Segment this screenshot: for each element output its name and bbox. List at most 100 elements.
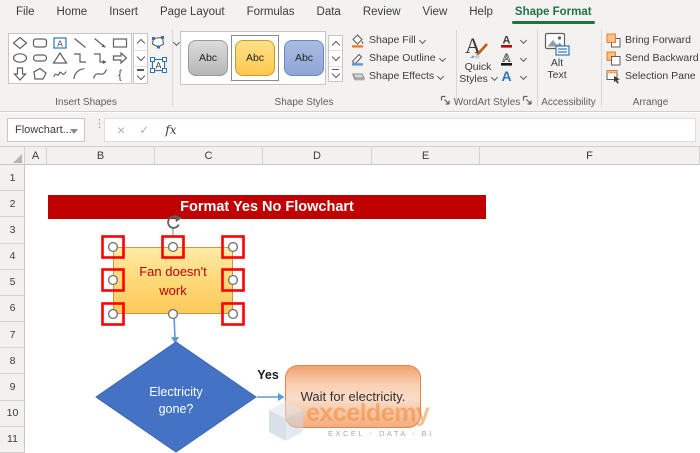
wordart-dialog-launcher[interactable] xyxy=(522,93,534,105)
left-brace-gallery-item[interactable]: { xyxy=(110,66,130,82)
scribble-gallery-item[interactable] xyxy=(50,66,70,82)
tab-home[interactable]: Home xyxy=(46,0,99,25)
column-header-A[interactable]: A xyxy=(25,147,47,165)
shape-style-chip-gray[interactable]: Abc xyxy=(188,40,228,76)
styles-scroll-up-button[interactable] xyxy=(329,36,342,52)
shape-styles-dialog-launcher[interactable] xyxy=(440,93,452,105)
process-shape-fan-doesnt-work[interactable]: Fan doesn't work xyxy=(113,247,233,314)
diamond-shape-gallery-item[interactable] xyxy=(10,35,30,51)
text-fill-button[interactable]: A xyxy=(500,32,528,48)
text-box-shape-icon: A xyxy=(53,37,67,49)
line-icon xyxy=(74,37,86,48)
decision-text-line2: gone? xyxy=(158,402,194,416)
shape-fill-button[interactable]: Shape Fill xyxy=(350,32,426,48)
column-header-D[interactable]: D xyxy=(263,147,372,165)
shape-style-chip-blue[interactable]: Abc xyxy=(284,40,324,76)
column-header-B[interactable]: B xyxy=(47,147,155,165)
alt-text-label-line1: Alt xyxy=(550,57,564,69)
ribbon-tab-bar: File Home Insert Page Layout Formulas Da… xyxy=(0,0,700,25)
shape-effects-button[interactable]: Shape Effects xyxy=(350,68,445,84)
text-outline-button[interactable]: A xyxy=(500,50,528,66)
send-backward-label: Send Backward xyxy=(625,52,699,64)
bring-forward-icon xyxy=(606,33,621,47)
tab-insert[interactable]: Insert xyxy=(98,0,149,25)
tab-data[interactable]: Data xyxy=(306,0,352,25)
branch-yes-label: Yes xyxy=(257,368,279,382)
tab-file[interactable]: File xyxy=(5,0,46,25)
arc-icon xyxy=(73,68,85,80)
triangle-gallery-item[interactable] xyxy=(50,51,70,67)
connector-down-arrowhead xyxy=(171,337,179,344)
alt-text-button[interactable]: Alt Text xyxy=(540,31,574,81)
confirm-entry-button[interactable]: ✓ xyxy=(139,123,149,137)
connector-down[interactable] xyxy=(173,315,176,339)
shape-effects-label: Shape Effects xyxy=(369,70,435,82)
svg-text:A: A xyxy=(155,61,161,71)
line-arrow-gallery-item[interactable] xyxy=(90,35,110,51)
chevron-up-icon xyxy=(331,40,340,49)
right-block-arrow-gallery-item[interactable] xyxy=(110,51,130,67)
tab-help[interactable]: Help xyxy=(458,0,504,25)
styles-more-icon xyxy=(331,70,340,79)
tab-formulas[interactable]: Formulas xyxy=(236,0,306,25)
selection-pane-button[interactable]: Selection Pane xyxy=(606,68,696,84)
line-gallery-item[interactable] xyxy=(70,35,90,51)
cancel-entry-button[interactable]: × xyxy=(117,122,125,138)
worksheet-canvas[interactable]: Format Yes No Flowchart Fan doesn't work… xyxy=(0,165,700,453)
send-backward-button[interactable]: Send Backward xyxy=(606,50,699,66)
insert-function-button[interactable]: fx xyxy=(165,123,176,137)
name-box[interactable]: Flowchart... xyxy=(7,118,85,142)
dialog-launcher-icon xyxy=(522,95,532,105)
shape-style-chip-gold-selected[interactable]: Abc xyxy=(235,40,275,76)
bring-forward-button[interactable]: Bring Forward xyxy=(606,32,691,48)
insert-shapes-gallery: A{ xyxy=(8,33,132,84)
result-shape-wait-for-electricity[interactable]: Wait for electricity. xyxy=(285,365,421,428)
quick-styles-button[interactable]: A Quick Styles xyxy=(458,31,498,85)
gallery-more-button[interactable] xyxy=(134,67,147,84)
freeform-shape-icon xyxy=(33,67,47,80)
selection-pane-icon xyxy=(606,69,620,84)
rectangle-gallery-item[interactable] xyxy=(110,35,130,51)
select-all-corner[interactable] xyxy=(0,147,25,165)
tab-view[interactable]: View xyxy=(412,0,459,25)
text-box-shape-gallery-item[interactable]: A xyxy=(50,35,70,51)
send-backward-icon xyxy=(606,51,621,65)
column-header-E[interactable]: E xyxy=(372,147,480,165)
draw-text-box-button[interactable]: A xyxy=(150,57,171,73)
tab-review[interactable]: Review xyxy=(352,0,412,25)
process-shape-text-line1: Fan doesn't xyxy=(139,264,207,279)
name-box-dropdown-icon[interactable] xyxy=(70,129,78,134)
decision-text-line1: Electricity xyxy=(149,385,203,399)
tab-shape-format[interactable]: Shape Format xyxy=(504,0,603,25)
connector-yes-arrowhead xyxy=(278,393,285,401)
formula-bar-drag-handle[interactable]: ⋮ xyxy=(94,119,105,138)
edit-shape-button[interactable] xyxy=(150,34,181,50)
insert-shapes-group-label: Insert Shapes xyxy=(55,97,117,108)
left-brace-icon: { xyxy=(118,67,123,81)
flowchart-title-banner[interactable]: Format Yes No Flowchart xyxy=(48,195,486,219)
text-effects-button[interactable]: A xyxy=(500,68,528,84)
column-header-F[interactable]: F xyxy=(480,147,700,165)
styles-scroll-down-button[interactable] xyxy=(329,51,342,67)
process-shape-text-line2: work xyxy=(159,283,187,298)
tab-page-layout[interactable]: Page Layout xyxy=(149,0,236,25)
oval-gallery-item[interactable] xyxy=(10,51,30,67)
freeform-shape-gallery-item[interactable] xyxy=(30,66,50,82)
chevron-down-icon xyxy=(418,36,426,44)
rounded-rectangle-gallery-item[interactable] xyxy=(30,35,50,51)
styles-more-button[interactable] xyxy=(329,66,342,81)
column-header-C[interactable]: C xyxy=(155,147,263,165)
rounded-rectangle-flat-gallery-item[interactable] xyxy=(30,51,50,67)
elbow-connector-gallery-item[interactable] xyxy=(70,51,90,67)
chevron-down-icon xyxy=(490,73,498,82)
elbow-arrow-connector-gallery-item[interactable] xyxy=(90,51,110,67)
down-block-arrow-gallery-item[interactable] xyxy=(10,66,30,82)
curve-gallery-item[interactable] xyxy=(90,66,110,82)
shape-outline-button[interactable]: Shape Outline xyxy=(350,50,446,66)
triangle-icon xyxy=(52,52,68,65)
gallery-scroll-up-button[interactable] xyxy=(134,34,147,51)
arc-gallery-item[interactable] xyxy=(70,66,90,82)
chevron-down-icon xyxy=(437,72,445,80)
paint-bucket-icon xyxy=(352,33,364,48)
gallery-scroll-down-button[interactable] xyxy=(134,50,147,68)
